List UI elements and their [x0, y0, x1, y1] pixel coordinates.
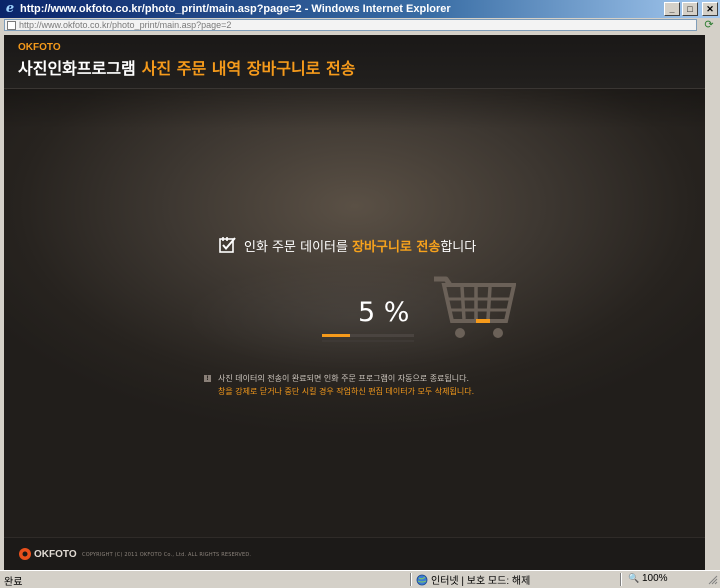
address-text: http://www.okfoto.co.kr/photo_print/main…: [19, 20, 232, 30]
notice-warning: 창을 강제로 닫거나 중단 시킬 경우 작업하신 편집 데이터가 모두 삭제됩니…: [218, 387, 475, 396]
window-titlebar: e http://www.okfoto.co.kr/photo_print/ma…: [0, 0, 720, 18]
page-title: 사진인화프로그램 사진 주문 내역 장바구니로 전송: [18, 55, 355, 79]
resize-grip-icon[interactable]: [708, 575, 718, 585]
transfer-status: 인화 주문 데이터를 장바구니로 전송합니다: [218, 233, 476, 257]
check-icon: [219, 237, 236, 253]
progress-bar-fill: [322, 334, 350, 337]
header-shadow: [4, 89, 705, 129]
notice-info: 사진 데이터의 전송이 완료되면 인화 주문 프로그램이 자동으로 종료됩니다.: [218, 374, 470, 383]
vertical-scrollbar[interactable]: [706, 35, 717, 570]
page-title-main: 사진인화프로그램: [18, 59, 136, 78]
status-suffix: 합니다: [440, 239, 477, 255]
page-icon: [7, 21, 16, 30]
zoom-level: 100%: [642, 572, 668, 584]
address-bar: http://www.okfoto.co.kr/photo_print/main…: [0, 18, 720, 32]
copyright-text: COPYRIGHT (C) 2011 OKFOTO Co., Ltd. ALL …: [82, 552, 252, 558]
info-icon: !: [204, 375, 211, 382]
progress-bar: [322, 334, 414, 337]
ie-icon: e: [5, 1, 15, 16]
progress-bar-underline: [322, 340, 414, 342]
page-title-sub: 사진 주문 내역 장바구니로 전송: [141, 59, 356, 78]
browser-statusbar: 완료 인터넷 | 보호 모드: 해제 🔍 100%: [0, 570, 720, 588]
footer-logo: OKFOTO: [18, 547, 77, 561]
zoom-control[interactable]: 🔍 100%: [628, 572, 668, 584]
address-input[interactable]: http://www.okfoto.co.kr/photo_print/main…: [4, 19, 697, 31]
refresh-icon[interactable]: ⟳: [702, 18, 716, 32]
photo-print-app: OKFOTO 사진인화프로그램 사진 주문 내역 장바구니로 전송 인화 주문 데…: [4, 35, 705, 570]
status-message: 인화 주문 데이터를 장바구니로 전송합니다: [244, 236, 476, 255]
minimize-button[interactable]: _: [664, 2, 680, 16]
security-zone[interactable]: 인터넷 | 보호 모드: 해제: [416, 572, 530, 587]
cart-icon: [434, 276, 516, 338]
app-header: OKFOTO 사진인화프로그램 사진 주문 내역 장바구니로 전송: [4, 35, 705, 89]
close-button[interactable]: ✕: [702, 2, 718, 16]
zone-label: 인터넷 | 보호 모드: 해제: [431, 576, 531, 587]
maximize-button[interactable]: □: [682, 2, 698, 16]
statusbar-divider: [410, 573, 412, 586]
okfoto-logo-icon: [19, 548, 31, 560]
browser-viewport: OKFOTO 사진인화프로그램 사진 주문 내역 장바구니로 전송 인화 주문 데…: [3, 32, 717, 570]
status-highlight: 장바구니로 전송: [352, 239, 441, 255]
window-title: http://www.okfoto.co.kr/photo_print/main…: [20, 3, 451, 15]
window-controls: _ □ ✕: [664, 2, 718, 16]
status-prefix: 인화 주문 데이터를: [244, 239, 353, 255]
zoom-icon: 🔍: [628, 573, 640, 583]
footer-logo-text: OKFOTO: [34, 548, 77, 560]
statusbar-divider: [620, 573, 622, 586]
status-done: 완료: [4, 577, 23, 588]
globe-icon: [416, 574, 428, 585]
brand-logo: OKFOTO: [18, 42, 61, 53]
progress-percent: 5 %: [358, 297, 410, 328]
app-footer: OKFOTO COPYRIGHT (C) 2011 OKFOTO Co., Lt…: [4, 537, 705, 570]
